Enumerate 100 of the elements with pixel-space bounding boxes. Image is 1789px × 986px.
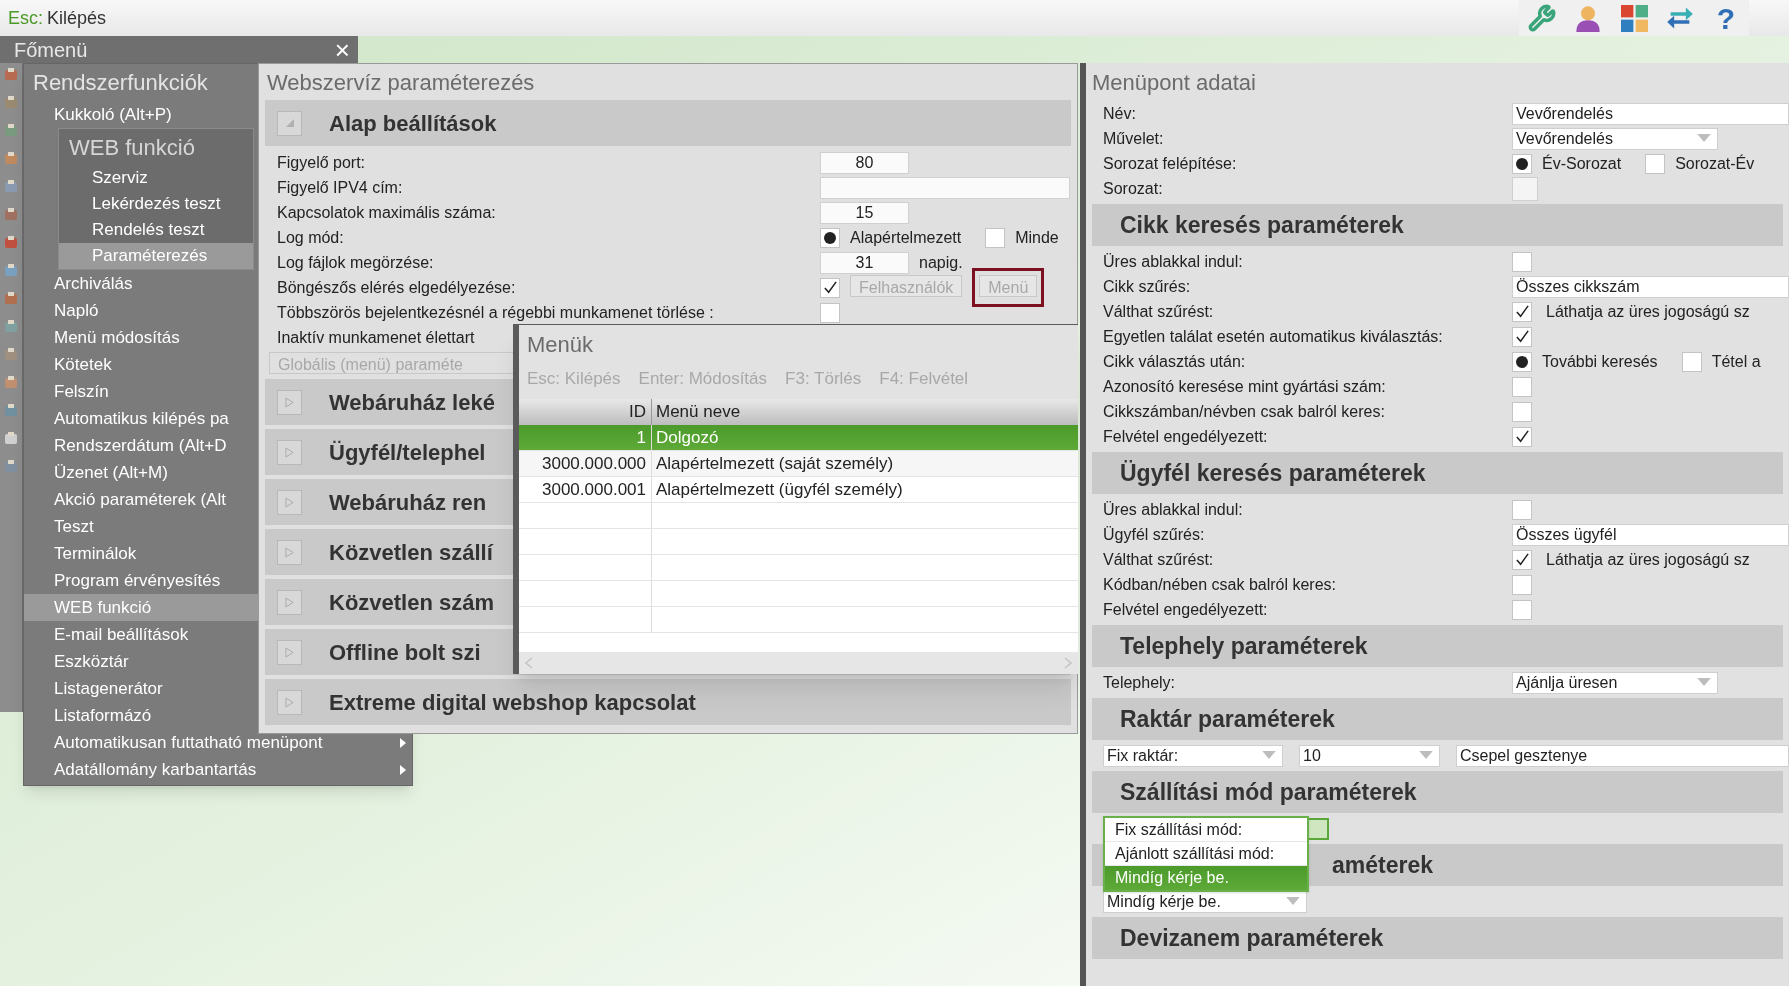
dropdown-field[interactable]: Vevőrendelés: [1512, 127, 1718, 150]
radio-button[interactable]: [985, 227, 1006, 248]
field-label: Cikk szűrés:: [1103, 277, 1191, 295]
table-row[interactable]: 3000.000.000 Alapértelmezett (saját személy): [519, 451, 1078, 477]
checkbox[interactable]: [1512, 251, 1532, 272]
menu-item[interactable]: Adatállomány karbantartás: [24, 756, 412, 783]
checkbox[interactable]: [820, 277, 840, 298]
table-row[interactable]: 3000.000.001 Alapértelmezett (ügyfél személy): [519, 477, 1078, 503]
app-icon[interactable]: [3, 151, 19, 167]
section-header: Cikk keresés paraméterek: [1092, 204, 1783, 246]
checkbox[interactable]: [1512, 574, 1532, 595]
dropdown-field[interactable]: 10: [1299, 744, 1440, 767]
text-field[interactable]: Csepel gesztenye: [1456, 744, 1789, 767]
field-label: Üres ablakkal indul:: [1103, 252, 1243, 270]
app-icon[interactable]: [3, 375, 19, 391]
field-label: Egyetlen találat esetén automatikus kiválasztás:: [1103, 327, 1443, 345]
dropdown-option[interactable]: Mindíg kérje be.: [1105, 866, 1307, 890]
field-label: Felvétel engedélyezett:: [1103, 600, 1268, 618]
app-icon[interactable]: [3, 263, 19, 279]
app-icon[interactable]: [3, 347, 19, 363]
checkbox[interactable]: [820, 302, 840, 323]
app-icon[interactable]: [3, 179, 19, 195]
close-button[interactable]: ×: [332, 36, 352, 63]
table-row[interactable]: 1 Dolgozó: [519, 425, 1078, 451]
app-icon[interactable]: [3, 291, 19, 307]
app-icon[interactable]: [3, 431, 19, 447]
expand-icon[interactable]: [277, 589, 302, 615]
app-icon[interactable]: [3, 403, 19, 419]
text-field[interactable]: Összes cikkszám: [1512, 275, 1789, 298]
checkbox[interactable]: [1512, 426, 1532, 447]
expand-icon[interactable]: [277, 639, 302, 665]
field-label: Többszörös bejelentkezésnél a régebbi munkamenet törlése :: [277, 303, 714, 321]
dropdown-field[interactable]: Fix raktár:: [1103, 744, 1283, 767]
field-label: Cikk választás után:: [1103, 352, 1246, 370]
menu-title: Rendszerfunkciók: [33, 69, 208, 97]
menu-item[interactable]: Paraméterezés: [59, 243, 253, 269]
field-label: Ügyfél szűrés:: [1103, 525, 1205, 543]
submenu-arrow-icon: [400, 764, 406, 775]
radio-button[interactable]: [1512, 153, 1532, 174]
field-label: Inaktív munkamenet élettart: [277, 328, 475, 346]
app-icon[interactable]: [3, 123, 19, 139]
checkbox[interactable]: [1512, 376, 1532, 397]
field-label: Kapcsolatok maximális száma:: [277, 203, 496, 221]
radio-button[interactable]: [1645, 153, 1666, 174]
text-field[interactable]: [1512, 176, 1538, 201]
section-header[interactable]: Extreme digital webshop kapcsolat: [265, 679, 1071, 725]
exit-shortcut[interactable]: Esc: Kilépés: [6, 4, 109, 32]
collapse-icon[interactable]: [277, 110, 302, 136]
text-field[interactable]: Összes ügyfél: [1512, 523, 1789, 546]
dropdown-arrow-icon: [1697, 678, 1711, 687]
radio-label: További keresés: [1542, 351, 1658, 372]
expand-icon[interactable]: [277, 439, 302, 465]
menu-item[interactable]: Automatikusan futtatható menüpont: [24, 729, 412, 756]
scroll-right-icon[interactable]: [1064, 657, 1072, 669]
field-label: Művelet:: [1103, 129, 1164, 147]
expand-icon[interactable]: [277, 689, 302, 715]
checkbox[interactable]: [1512, 599, 1532, 620]
number-field[interactable]: 80: [820, 151, 909, 174]
checkbox[interactable]: [1512, 401, 1532, 422]
app-icon[interactable]: [3, 95, 19, 111]
section-header: Telephely paraméterek: [1092, 625, 1783, 667]
expand-icon[interactable]: [277, 389, 302, 415]
radio-label: Sorozat-Év: [1675, 153, 1755, 174]
app-icon[interactable]: [3, 67, 19, 83]
dropdown-field[interactable]: Ajánlja üresen: [1512, 671, 1718, 694]
menu-item[interactable]: Szerviz: [59, 165, 253, 191]
radio-button[interactable]: [820, 227, 840, 248]
expand-icon[interactable]: [277, 539, 302, 565]
text-field[interactable]: Vevőrendelés: [1512, 102, 1789, 125]
section-header[interactable]: Alap beállítások: [265, 100, 1071, 146]
number-field[interactable]: 31: [820, 251, 909, 274]
field-label: Log mód:: [277, 228, 344, 246]
field-label: Sorozat felépítése:: [1103, 154, 1237, 172]
app-icon[interactable]: [3, 319, 19, 335]
table-cell: 3000.000.001: [519, 477, 652, 502]
field-label: Név:: [1103, 104, 1136, 122]
dropdown-arrow-icon: [1419, 751, 1433, 760]
menu-item[interactable]: Lekérdezés teszt: [59, 191, 253, 217]
column-header[interactable]: Menü neve: [652, 399, 1078, 425]
menu-item[interactable]: Rendelés teszt: [59, 217, 253, 243]
field-label: Felvétel engedélyezett:: [1103, 427, 1268, 445]
app-icon[interactable]: [3, 207, 19, 223]
dropdown-option[interactable]: Fix szállítási mód:: [1105, 818, 1307, 842]
checkbox[interactable]: [1512, 301, 1532, 322]
checkbox[interactable]: [1512, 326, 1532, 347]
scroll-left-icon[interactable]: [525, 657, 533, 669]
expand-icon[interactable]: [277, 489, 302, 515]
text-field[interactable]: [820, 176, 1070, 199]
app-icon[interactable]: [3, 459, 19, 475]
table-cell-text: Alapértelmezett (ügyfél személy): [655, 478, 904, 501]
help-button[interactable]: ?: [1703, 0, 1749, 36]
unit-label: napig.: [919, 252, 963, 273]
radio-button[interactable]: [1681, 351, 1702, 372]
checkbox[interactable]: [1512, 549, 1532, 570]
checkbox[interactable]: [1512, 499, 1532, 520]
number-field[interactable]: 15: [820, 201, 909, 224]
app-icon[interactable]: [3, 235, 19, 251]
dropdown-field[interactable]: Mindíg kérje be.: [1103, 890, 1307, 913]
radio-button[interactable]: [1512, 351, 1532, 372]
horizontal-scrollbar[interactable]: [519, 652, 1078, 674]
